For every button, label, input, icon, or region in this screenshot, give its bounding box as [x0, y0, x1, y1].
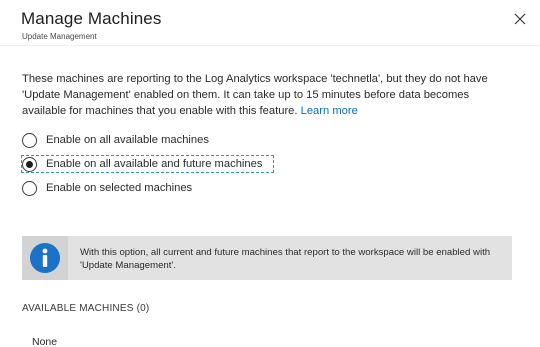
radio-option-all-available-and-future[interactable]: Enable on all available and future machi…	[22, 155, 262, 173]
description-body: These machines are reporting to the Log …	[22, 73, 488, 117]
radio-option-all-available[interactable]: Enable on all available machines	[22, 131, 209, 149]
page-subtitle: Update Management	[22, 32, 97, 41]
close-button[interactable]	[510, 9, 530, 29]
info-icon-container	[22, 236, 68, 280]
radio-label: Enable on selected machines	[46, 182, 193, 194]
radio-label: Enable on all available and future machi…	[46, 158, 263, 170]
radio-label: Enable on all available machines	[46, 134, 209, 146]
radio-button-selected[interactable]	[22, 156, 37, 172]
radio-option-selected-machines[interactable]: Enable on selected machines	[22, 179, 192, 197]
info-message-box: With this option, all current and future…	[22, 236, 512, 280]
learn-more-link[interactable]: Learn more	[301, 105, 358, 117]
radio-button[interactable]	[22, 180, 37, 196]
description-text: These machines are reporting to the Log …	[22, 71, 502, 119]
available-machines-heading: AVAILABLE MACHINES (0)	[22, 303, 150, 314]
available-machines-empty: None	[32, 336, 58, 347]
close-icon	[514, 13, 526, 25]
radio-button[interactable]	[22, 132, 37, 148]
radio-selected-dot	[26, 160, 33, 168]
info-message-text: With this option, all current and future…	[80, 247, 491, 271]
page-title: Manage Machines	[21, 9, 162, 28]
info-icon	[30, 243, 60, 273]
